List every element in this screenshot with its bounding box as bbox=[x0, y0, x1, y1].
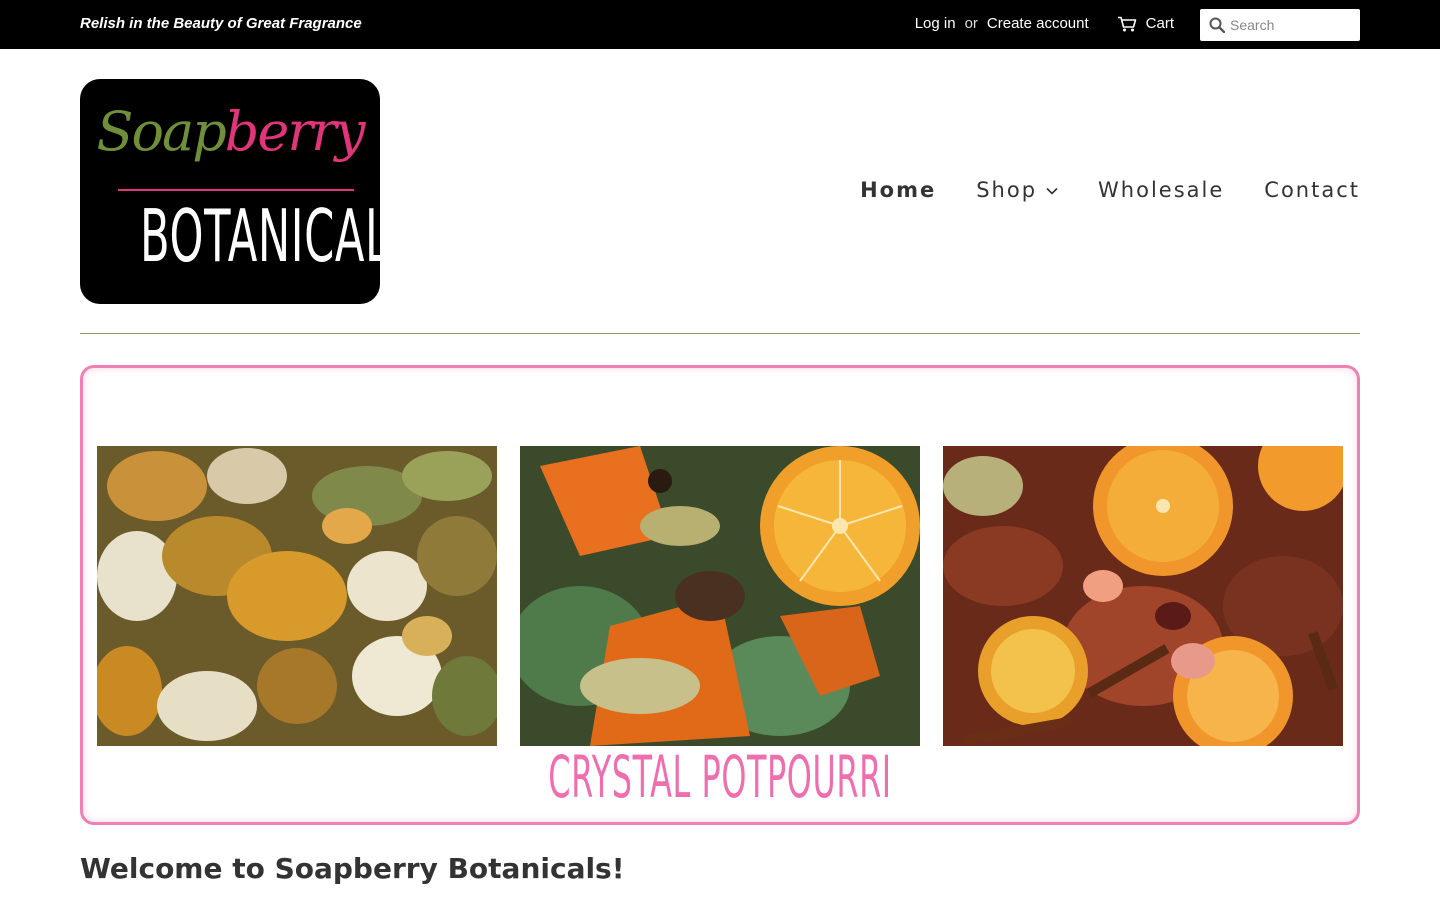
nav-contact-label: Contact bbox=[1264, 178, 1360, 202]
nav-home-label: Home bbox=[860, 178, 937, 202]
nav-shop[interactable]: Shop bbox=[976, 178, 1058, 202]
nav-shop-label: Shop bbox=[976, 178, 1038, 202]
potpourri-photo-1 bbox=[97, 446, 497, 746]
logo-underline bbox=[118, 189, 354, 191]
or-separator: or bbox=[964, 15, 978, 32]
header-divider bbox=[80, 333, 1360, 334]
potpourri-photo-3 bbox=[943, 446, 1343, 746]
cart-label: Cart bbox=[1145, 15, 1174, 32]
account-links: Log in or Create account Cart bbox=[915, 15, 1174, 32]
main-navigation: Home Shop Wholesale Contact bbox=[860, 178, 1360, 202]
logo-script-text: Soapberry bbox=[80, 97, 380, 167]
announcement-bar: Relish in the Beauty of Great Fragrance … bbox=[0, 0, 1440, 49]
create-account-link[interactable]: Create account bbox=[987, 15, 1089, 32]
search-icon[interactable] bbox=[1200, 9, 1230, 41]
potpourri-photo-2 bbox=[520, 446, 920, 746]
nav-contact[interactable]: Contact bbox=[1264, 178, 1360, 202]
search-input[interactable] bbox=[1230, 11, 1354, 39]
cart-icon bbox=[1117, 16, 1136, 31]
logo-berry-text: berry bbox=[224, 100, 366, 163]
site-logo[interactable]: Soapberry BOTANICALS bbox=[80, 79, 380, 304]
hero-banner[interactable]: CRYSTAL POTPOURRI bbox=[80, 365, 1360, 825]
banner-caption: CRYSTAL POTPOURRI bbox=[548, 743, 892, 811]
login-link[interactable]: Log in bbox=[915, 15, 956, 32]
nav-wholesale[interactable]: Wholesale bbox=[1098, 178, 1224, 202]
cart-link[interactable]: Cart bbox=[1117, 15, 1174, 32]
welcome-heading: Welcome to Soapberry Botanicals! bbox=[80, 852, 625, 885]
logo-botanicals-text: BOTANICALS bbox=[140, 194, 380, 278]
nav-home[interactable]: Home bbox=[860, 178, 936, 202]
search-field[interactable] bbox=[1200, 9, 1360, 41]
site-tagline: Relish in the Beauty of Great Fragrance bbox=[80, 15, 362, 32]
nav-wholesale-label: Wholesale bbox=[1098, 178, 1225, 202]
chevron-down-icon bbox=[1046, 187, 1058, 195]
logo-soap-text: Soap bbox=[96, 100, 227, 163]
